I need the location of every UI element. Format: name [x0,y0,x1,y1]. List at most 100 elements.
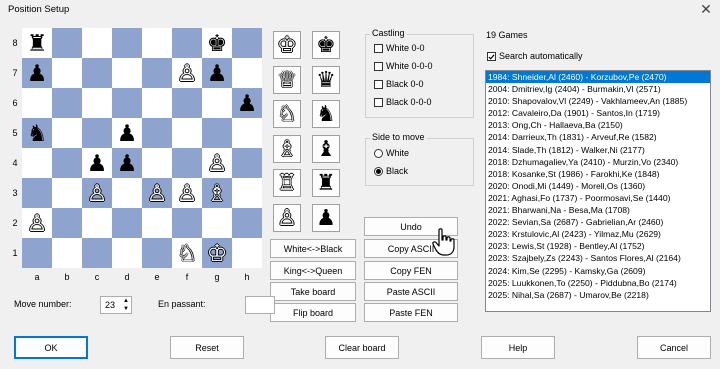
square-b5[interactable] [52,118,82,148]
black-palette-piece[interactable]: ♜ [312,169,340,197]
square-f6[interactable] [172,88,202,118]
square-d8[interactable] [112,28,142,58]
black-palette-piece[interactable]: ♚ [312,31,340,59]
square-d7[interactable] [112,58,142,88]
game-list-item[interactable]: 2025: Luukkonen,To (2250) - Piddubna,Bo … [486,277,710,289]
clear-board-button[interactable]: Clear board [325,336,399,359]
game-list-item[interactable]: 2014: Darrieux,Th (1831) - Arveuf,Re (15… [486,131,710,143]
square-h3[interactable] [232,178,262,208]
chess-piece[interactable]: ♙ [27,208,48,238]
chess-piece[interactable]: ♙ [177,178,198,208]
square-c2[interactable] [82,208,112,238]
flip-board-button[interactable]: Flip board [270,303,356,322]
square-d2[interactable] [112,208,142,238]
game-list-item[interactable]: 1984: Shneider,Al (2460) - Korzubov,Pe (… [486,71,710,84]
square-g7[interactable]: ♟ [202,58,232,88]
square-c1[interactable] [82,238,112,268]
square-e5[interactable] [142,118,172,148]
square-e3[interactable]: ♙ [142,178,172,208]
square-a2[interactable]: ♙ [22,208,52,238]
square-e8[interactable] [142,28,172,58]
close-icon[interactable]: ✕ [698,0,714,18]
square-c6[interactable] [82,88,112,118]
square-f3[interactable]: ♙ [172,178,202,208]
chess-piece[interactable]: ♚ [207,28,228,58]
game-list-item[interactable]: 2018: Kosanke,St (1986) - Farokhi,Ke (18… [486,168,710,180]
chess-piece[interactable]: ♟ [87,148,108,178]
square-f1[interactable]: ♘ [172,238,202,268]
game-list-item[interactable]: 2012: Cavaleiro,Da (1901) - Santos,In (1… [486,107,710,119]
game-list-item[interactable]: 2004: Dmitriev,Ig (2404) - Burmakin,Vl (… [486,83,710,95]
game-list-item[interactable]: 2023: Krstulovic,Al (2423) - Yilmaz,Mu (… [486,228,710,240]
game-list-item[interactable]: 2025: Nihal,Sa (2687) - Umarov,Be (2218) [486,289,710,301]
reset-button[interactable]: Reset [170,336,244,359]
chess-piece[interactable]: ♟ [117,118,138,148]
chess-piece[interactable]: ♙ [147,178,168,208]
square-a6[interactable] [22,88,52,118]
square-a1[interactable] [22,238,52,268]
square-e4[interactable] [142,148,172,178]
game-list-item[interactable]: 2013: Ong,Ch - Hallaeva,Ba (2150) [486,119,710,131]
games-list[interactable]: 1984: Shneider,Al (2460) - Korzubov,Pe (… [485,70,711,312]
game-list-item[interactable]: 2022: Sevian,Sa (2687) - Gabrielian,Ar (… [486,216,710,228]
square-e1[interactable] [142,238,172,268]
square-b8[interactable] [52,28,82,58]
ok-button[interactable]: OK [14,336,88,359]
search-automatically-checkbox[interactable] [487,52,496,61]
square-g6[interactable] [202,88,232,118]
game-list-item[interactable]: 2024: Kim,Se (2295) - Kamsky,Ga (2609) [486,265,710,277]
king-queen-swap-button[interactable]: King<->Queen [270,261,356,280]
square-b4[interactable] [52,148,82,178]
square-e2[interactable] [142,208,172,238]
square-e6[interactable] [142,88,172,118]
black-palette-piece[interactable]: ♛ [312,65,340,94]
square-h1[interactable] [232,238,262,268]
square-d1[interactable] [112,238,142,268]
chess-piece[interactable]: ♟ [207,58,228,88]
square-g4[interactable]: ♙ [202,148,232,178]
square-a8[interactable]: ♜ [22,28,52,58]
white-palette-piece[interactable]: ♗ [273,134,301,163]
white-black-swap-button[interactable]: White<->Black [270,239,356,258]
square-b7[interactable] [52,58,82,88]
spin-up-icon[interactable]: ▲ [123,297,129,305]
square-b6[interactable] [52,88,82,118]
square-h6[interactable]: ♟ [232,88,262,118]
take-board-button[interactable]: Take board [270,282,356,301]
square-h4[interactable] [232,148,262,178]
copy-fen-button[interactable]: Copy FEN [364,261,458,280]
square-h2[interactable] [232,208,262,238]
square-g8[interactable]: ♚ [202,28,232,58]
square-d5[interactable]: ♟ [112,118,142,148]
paste-fen-button[interactable]: Paste FEN [364,303,458,322]
square-c8[interactable] [82,28,112,58]
side-to-move-radio[interactable] [374,149,383,158]
square-a5[interactable]: ♞ [22,118,52,148]
square-f8[interactable] [172,28,202,58]
square-d3[interactable] [112,178,142,208]
en-passant-input[interactable] [245,296,275,314]
game-list-item[interactable]: 2010: Shapovalov,Vl (2249) - Vakhlameev,… [486,95,710,107]
white-palette-piece[interactable]: ♖ [273,169,301,197]
castling-checkbox[interactable] [374,62,383,71]
cancel-button[interactable]: Cancel [637,336,711,359]
help-button[interactable]: Help [481,336,555,359]
chess-piece[interactable]: ♟ [27,58,48,88]
square-c7[interactable] [82,58,112,88]
square-f7[interactable]: ♙ [172,58,202,88]
square-c5[interactable] [82,118,112,148]
paste-ascii-button[interactable]: Paste ASCII [364,282,458,301]
square-g5[interactable] [202,118,232,148]
square-f4[interactable] [172,148,202,178]
square-b1[interactable] [52,238,82,268]
game-list-item[interactable]: 2018: Dzhumagaliev,Ya (2410) - Murzin,Vo… [486,156,710,168]
square-h5[interactable] [232,118,262,148]
square-f2[interactable] [172,208,202,238]
castling-checkbox[interactable] [374,98,383,107]
chess-piece[interactable]: ♜ [27,28,48,58]
black-palette-piece[interactable]: ♞ [312,100,340,128]
white-palette-piece[interactable]: ♙ [273,203,301,232]
chess-piece[interactable]: ♞ [27,118,48,148]
chess-piece[interactable]: ♘ [177,238,198,268]
square-a7[interactable]: ♟ [22,58,52,88]
